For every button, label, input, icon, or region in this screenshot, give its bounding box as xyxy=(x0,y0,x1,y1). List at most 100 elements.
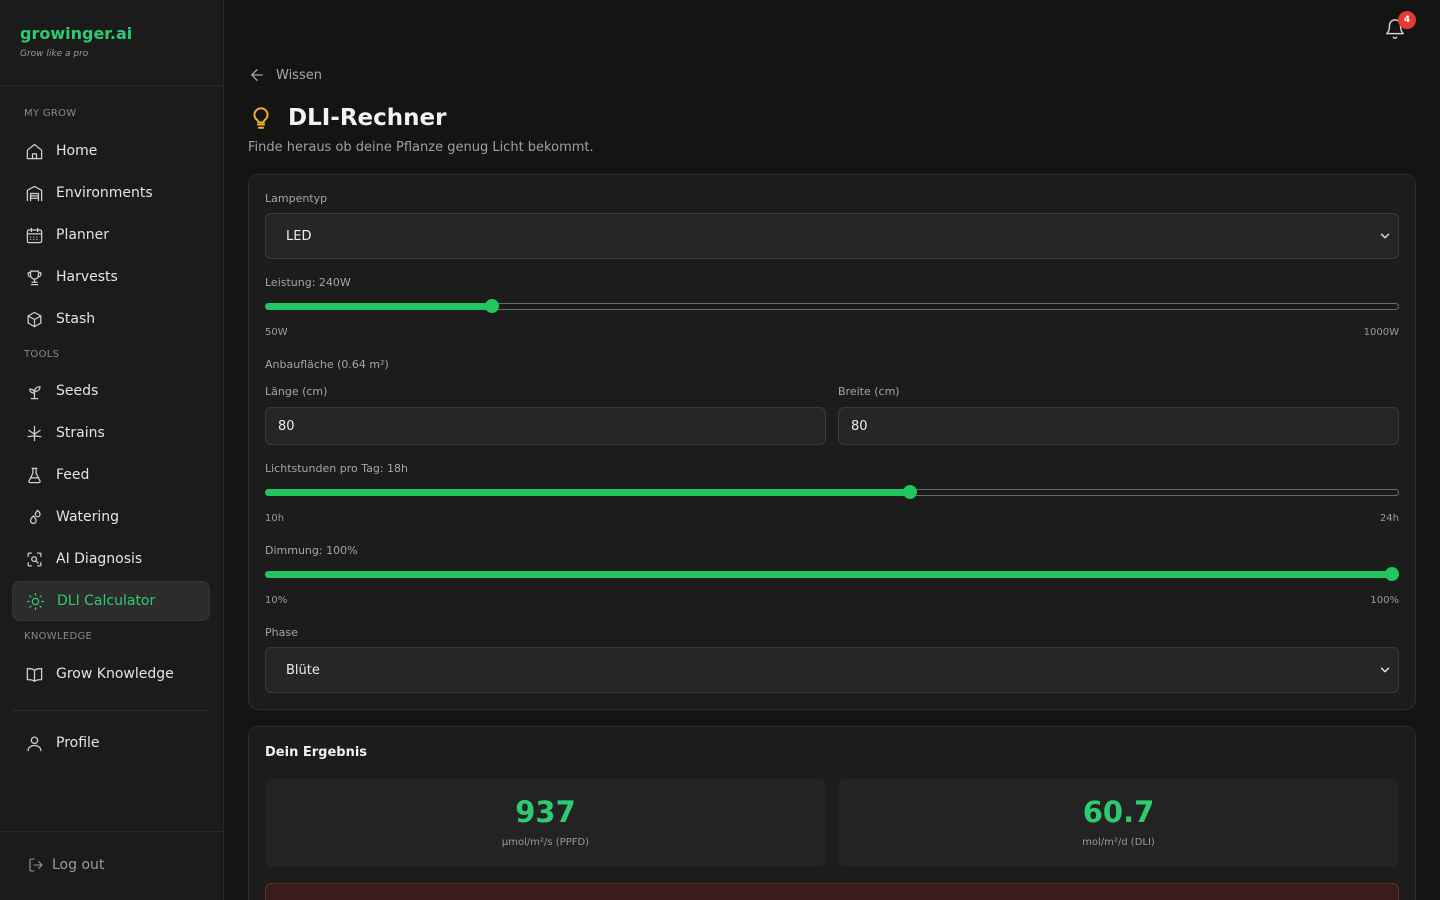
sidebar-item-label: Stash xyxy=(56,311,96,327)
dimming-label: Dimmung: 100% xyxy=(265,544,358,557)
ppfd-value: 937 xyxy=(515,795,576,829)
section-label-knowledge: KNOWLEDGE xyxy=(24,631,93,642)
power-slider[interactable] xyxy=(265,298,1399,314)
calculator-form-card: Lampentyp LED Leistung: 240W 50W 1000W A… xyxy=(248,174,1416,710)
main-content: 4 Wissen DLI-Rechner Finde heraus ob dei… xyxy=(224,0,1440,900)
slider-thumb[interactable] xyxy=(485,299,499,313)
sidebar-item-seeds[interactable]: Seeds xyxy=(12,371,210,411)
sidebar-item-label: Environments xyxy=(56,185,153,201)
dimming-min-label: 10% xyxy=(265,595,288,606)
flask-icon xyxy=(24,465,44,485)
sidebar-item-home[interactable]: Home xyxy=(12,131,210,171)
lightbulb-icon xyxy=(253,107,269,129)
sidebar-item-label: Harvests xyxy=(56,269,118,285)
scan-icon xyxy=(24,549,44,569)
section-label-tools: TOOLS xyxy=(24,349,60,360)
book-icon xyxy=(24,664,44,684)
trophy-icon xyxy=(24,267,44,287)
slider-fill xyxy=(265,571,1392,578)
sidebar-item-dli-calculator[interactable]: DLI Calculator xyxy=(12,581,210,621)
logout-button[interactable]: Log out xyxy=(28,857,104,873)
sidebar-item-profile[interactable]: Profile xyxy=(12,723,210,763)
width-input[interactable]: 80 xyxy=(838,407,1399,445)
back-link[interactable]: Wissen xyxy=(248,66,322,84)
phase-select[interactable]: Blüte xyxy=(265,647,1399,693)
brand: growinger.ai Grow like a pro xyxy=(0,0,223,86)
length-value: 80 xyxy=(278,418,295,434)
light-hours-slider[interactable] xyxy=(265,484,1399,500)
slider-fill xyxy=(265,489,910,496)
sidebar-item-label: AI Diagnosis xyxy=(56,551,143,567)
sidebar: growinger.ai Grow like a pro MY GROW Hom… xyxy=(0,0,224,900)
calendar-icon xyxy=(24,225,44,245)
sidebar-item-grow-knowledge[interactable]: Grow Knowledge xyxy=(12,654,210,694)
sidebar-item-label: Seeds xyxy=(56,383,99,399)
area-label: Anbaufläche (0.64 m²) xyxy=(265,358,389,371)
brand-logo[interactable]: growinger.ai xyxy=(20,24,203,43)
sidebar-item-stash[interactable]: Stash xyxy=(12,299,210,339)
result-card: Dein Ergebnis 937 µmol/m²/s (PPFD) 60.7 … xyxy=(248,726,1416,900)
sidebar-item-label: Planner xyxy=(56,227,110,243)
sidebar-item-label: Watering xyxy=(56,509,120,525)
page-subtitle: Finde heraus ob deine Pflanze genug Lich… xyxy=(248,140,594,155)
ppfd-unit: µmol/m²/s (PPFD) xyxy=(501,837,590,848)
sidebar-item-label: Strains xyxy=(56,425,105,441)
sidebar-item-planner[interactable]: Planner xyxy=(12,215,210,255)
sun-icon xyxy=(25,591,45,611)
lamp-type-label: Lampentyp xyxy=(265,192,328,205)
back-label: Wissen xyxy=(276,67,322,83)
box-icon xyxy=(24,309,44,329)
lamp-type-select[interactable]: LED xyxy=(265,213,1399,259)
light-hours-label: Lichtstunden pro Tag: 18h xyxy=(265,462,409,475)
power-label: Leistung: 240W xyxy=(265,276,351,289)
slider-thumb[interactable] xyxy=(902,485,917,499)
dli-value: 60.7 xyxy=(1082,795,1155,829)
power-min-label: 50W xyxy=(265,327,288,338)
sidebar-item-label: Grow Knowledge xyxy=(56,666,174,682)
arrow-left-icon xyxy=(251,69,263,81)
sidebar-footer: Log out xyxy=(0,831,224,900)
sidebar-item-ai-diagnosis[interactable]: AI Diagnosis xyxy=(12,539,210,579)
sidebar-item-harvests[interactable]: Harvests xyxy=(12,257,210,297)
notifications-button[interactable]: 4 xyxy=(1384,11,1416,44)
brand-tagline: Grow like a pro xyxy=(20,49,89,59)
notification-badge: 4 xyxy=(1398,11,1416,29)
sprout-icon xyxy=(24,381,44,401)
home-icon xyxy=(24,141,44,161)
sidebar-item-strains[interactable]: Strains xyxy=(12,413,210,453)
chevron-down-icon xyxy=(1378,663,1392,677)
leaf-icon xyxy=(24,423,44,443)
power-max-label: 1000W xyxy=(1363,327,1399,338)
dli-unit: mol/m²/d (DLI) xyxy=(1082,837,1155,848)
logout-label: Log out xyxy=(52,857,105,873)
sidebar-item-watering[interactable]: Watering xyxy=(12,497,210,537)
dimming-slider[interactable] xyxy=(265,566,1399,582)
result-title: Dein Ergebnis xyxy=(265,745,368,760)
page-header: DLI-Rechner xyxy=(248,104,446,132)
width-value: 80 xyxy=(851,418,868,434)
result-alert-banner xyxy=(265,883,1399,900)
slider-fill xyxy=(265,303,492,310)
ppfd-result: 937 µmol/m²/s (PPFD) xyxy=(265,779,826,867)
length-input[interactable]: 80 xyxy=(265,407,826,445)
dimming-max-label: 100% xyxy=(1370,595,1399,606)
sidebar-item-label: Feed xyxy=(56,467,90,483)
warehouse-icon xyxy=(24,183,44,203)
logout-icon xyxy=(29,858,43,872)
light-hours-min-label: 10h xyxy=(265,513,285,524)
user-icon xyxy=(24,733,44,753)
phase-label: Phase xyxy=(265,626,298,639)
chevron-down-icon xyxy=(1378,229,1392,243)
width-label: Breite (cm) xyxy=(838,385,900,398)
droplets-icon xyxy=(24,507,44,527)
dli-result: 60.7 mol/m²/d (DLI) xyxy=(838,779,1399,867)
light-hours-max-label: 24h xyxy=(1379,513,1399,524)
sidebar-item-label: Profile xyxy=(56,735,100,751)
sidebar-item-label: Home xyxy=(56,143,98,159)
lamp-type-value: LED xyxy=(286,228,312,244)
page-title: DLI-Rechner xyxy=(288,105,447,131)
sidebar-item-feed[interactable]: Feed xyxy=(12,455,210,495)
sidebar-item-label: DLI Calculator xyxy=(57,593,156,609)
slider-thumb[interactable] xyxy=(1385,567,1399,581)
sidebar-item-environments[interactable]: Environments xyxy=(12,173,210,213)
